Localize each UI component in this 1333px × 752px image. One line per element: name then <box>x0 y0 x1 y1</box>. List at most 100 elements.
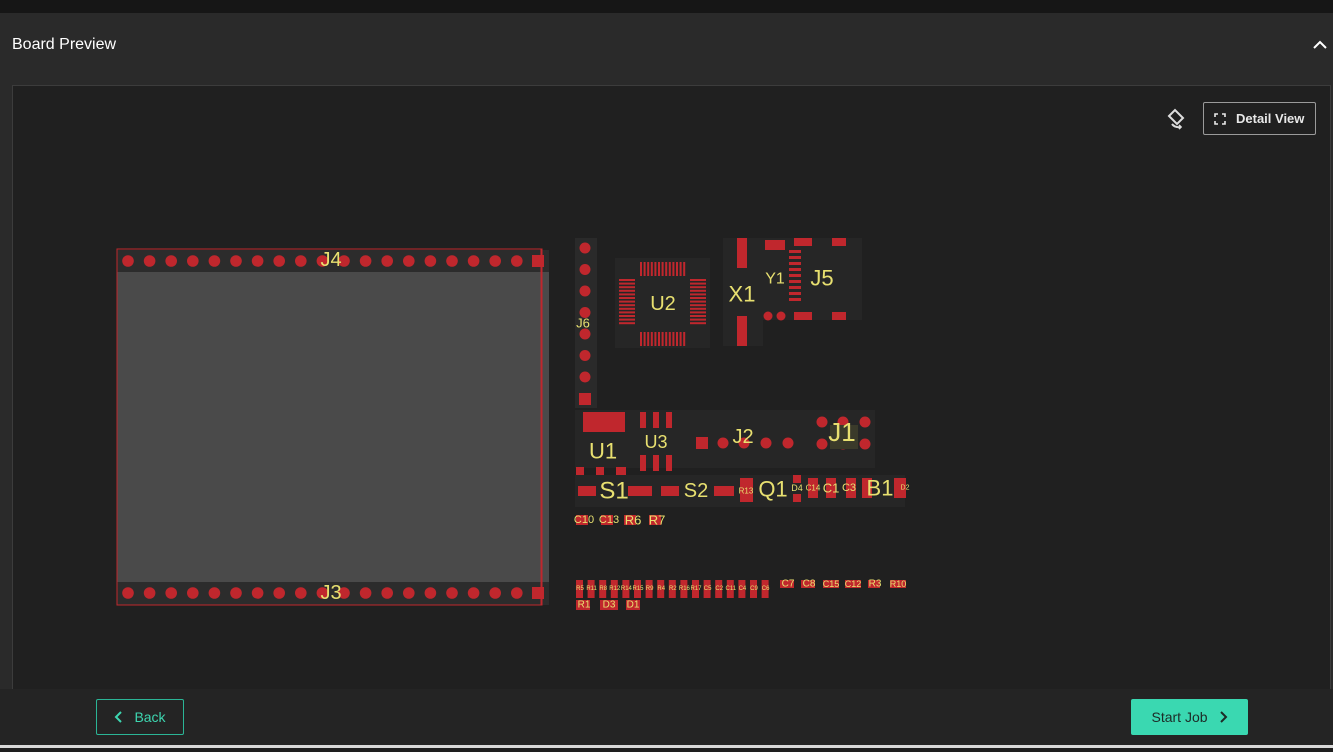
ref-j4: J4 <box>320 249 341 271</box>
header-pin <box>143 255 156 267</box>
ref-j1: J1 <box>828 417 855 447</box>
u2-pin <box>668 332 671 346</box>
ref-r16: R16 <box>679 586 691 592</box>
u2-pin <box>690 286 706 289</box>
header-pin <box>446 255 458 267</box>
u2-pin <box>672 332 675 346</box>
u2-pin <box>619 318 635 321</box>
header-pin <box>424 587 437 599</box>
ref-c13: C13 <box>599 514 619 526</box>
u2-pin <box>672 262 675 276</box>
header-pin <box>251 587 264 599</box>
u2-pin <box>661 262 664 276</box>
u2-pin <box>690 300 706 303</box>
j1-pin <box>816 416 828 428</box>
u2-pin <box>647 332 650 346</box>
j5-fine-pin <box>789 268 801 271</box>
s1-pad <box>628 486 652 496</box>
u2-pin <box>658 332 660 346</box>
u2-pin <box>619 322 635 325</box>
u2-pin <box>665 332 668 346</box>
ref-d4: D4 <box>791 483 803 493</box>
header-pin <box>446 587 458 599</box>
header-pin <box>273 587 286 599</box>
header-pin <box>467 587 480 599</box>
u2-pin <box>643 332 646 346</box>
ref-d2: D2 <box>901 485 910 492</box>
j6-pin <box>579 264 591 275</box>
y1-pad <box>763 311 773 321</box>
ref-c14: C14 <box>806 484 821 493</box>
ref-r14: R14 <box>621 586 633 592</box>
u2-pin <box>661 332 664 346</box>
j5-pad <box>765 240 785 250</box>
u2-pin <box>647 262 650 276</box>
u2-pin <box>690 318 706 321</box>
y1-pad <box>776 311 786 321</box>
ref-d3: D3 <box>603 600 616 611</box>
u2-pin <box>690 322 706 325</box>
u2-pin <box>654 262 657 276</box>
ref-c4: C4 <box>739 586 747 592</box>
ref-r13: R13 <box>739 487 754 496</box>
ref-c7: C7 <box>782 579 795 590</box>
u3-pin <box>653 412 659 428</box>
j1-pin <box>816 438 828 450</box>
u2-pin <box>619 300 635 303</box>
u2-pin <box>658 262 660 276</box>
j5-fine-pin <box>789 280 801 283</box>
ref-c1: C1 <box>823 481 840 496</box>
u2-pin <box>619 286 635 289</box>
x1-pad <box>737 238 747 268</box>
u3-pin <box>666 455 672 471</box>
ref-u1: U1 <box>589 439 617 464</box>
header-pin <box>273 255 286 267</box>
j1-pin <box>859 438 871 450</box>
u2-pin <box>683 262 686 276</box>
ref-c6: C6 <box>762 586 770 592</box>
header-pin <box>230 255 242 267</box>
header-pin <box>511 587 523 599</box>
header-pin-square <box>532 587 544 599</box>
back-button[interactable]: Back <box>96 699 184 735</box>
u1-pad <box>583 412 625 432</box>
j5-pad <box>794 312 812 320</box>
pad-layer <box>116 238 906 610</box>
j5-pad <box>832 238 846 246</box>
header-pin <box>122 255 134 267</box>
ref-j3: J3 <box>320 582 341 604</box>
header-pin <box>230 587 242 599</box>
u2-pin <box>679 332 682 346</box>
ref-s1: S1 <box>599 478 628 505</box>
j2-pin <box>717 437 729 449</box>
u2-pin <box>619 289 635 292</box>
u2-pin <box>665 262 668 276</box>
header-pin <box>251 255 264 267</box>
u2-pin <box>683 332 686 346</box>
start-job-button[interactable]: Start Job <box>1131 699 1248 735</box>
s2-pad <box>714 486 734 496</box>
ref-j6: J6 <box>576 316 590 331</box>
u2-pin <box>690 293 706 296</box>
j2-pin <box>782 437 794 449</box>
ref-c3: C3 <box>842 482 856 494</box>
bottom-divider <box>0 745 1333 748</box>
ref-r6: R6 <box>625 513 642 528</box>
ref-j5: J5 <box>810 266 833 291</box>
header-pin <box>143 587 156 599</box>
s1-pad <box>578 486 596 496</box>
header-pin <box>403 587 415 599</box>
u2-pin <box>690 304 706 307</box>
u2-pin <box>619 279 635 281</box>
ref-j2: J2 <box>732 426 753 448</box>
u2-pin <box>690 311 706 314</box>
ref-r3: R3 <box>869 579 882 590</box>
chevron-right-icon <box>1219 711 1227 723</box>
u2-pin <box>654 332 657 346</box>
j5-fine-pin <box>789 250 801 253</box>
u2-pin <box>668 262 671 276</box>
u3-pin <box>640 455 646 471</box>
u2-pin <box>676 262 678 276</box>
header-pin <box>381 587 394 599</box>
ref-u3: U3 <box>644 432 667 452</box>
